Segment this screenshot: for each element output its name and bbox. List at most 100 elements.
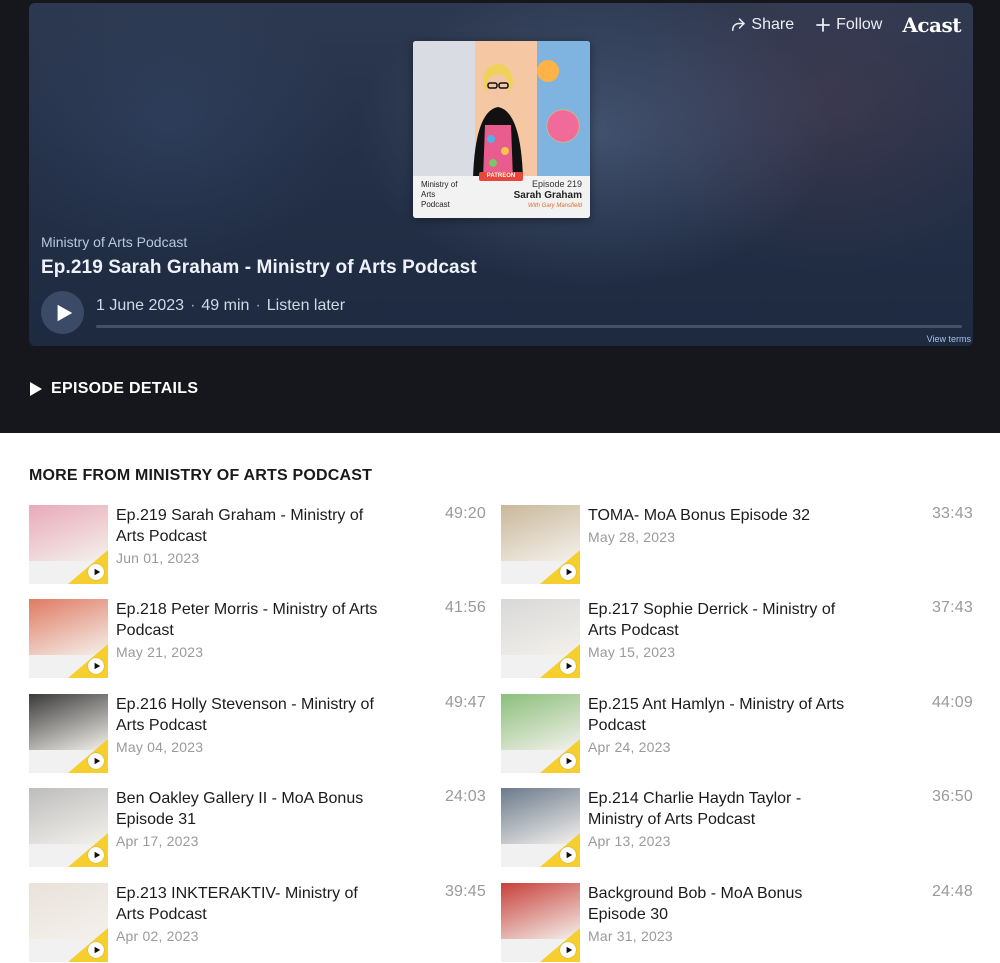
hero-section: Share Follow Acast PATREON Ministry of A… [0,0,1000,433]
episode-list-title[interactable]: Ep.217 Sophie Derrick - Ministry of Arts… [588,599,858,641]
episode-meta: 1 June 2023 · 49 min · Listen later [96,297,345,315]
episode-title: Ep.219 Sarah Graham - Ministry of Arts P… [41,257,477,278]
play-icon [566,946,572,954]
episode-list-title[interactable]: Ep.213 INKTERAKTIV- Ministry of Arts Pod… [116,883,386,925]
episode-list-title[interactable]: Ep.216 Holly Stevenson - Ministry of Art… [116,694,386,736]
play-icon [566,757,572,765]
episode-list-date: Apr 02, 2023 [116,928,199,944]
episode-date: 1 June 2023 [96,297,185,314]
episode-list-title[interactable]: Ep.219 Sarah Graham - Ministry of Arts P… [116,505,386,547]
episode-list-duration: 33:43 [931,505,973,522]
thumbnail-play-button[interactable] [88,564,104,580]
share-icon [732,18,746,31]
episode-thumbnail[interactable] [501,694,580,773]
cover-episode-number: Episode 219 [531,179,582,189]
episode-list-duration: 24:48 [931,883,973,900]
episode-list-date: Apr 17, 2023 [116,833,199,849]
thumbnail-play-button[interactable] [560,658,576,674]
cover-show-name: Ministry of Arts Podcast [421,180,458,209]
show-name[interactable]: Ministry of Arts Podcast [41,234,187,250]
episode-text: Ep.215 Ant Hamlyn - Ministry of Arts Pod… [588,694,858,755]
thumbnail-play-button[interactable] [88,847,104,863]
episode-list-title[interactable]: TOMA- MoA Bonus Episode 32 [588,505,858,526]
episode-list-duration: 49:47 [444,694,486,711]
acast-logo[interactable]: Acast [902,13,961,37]
episode-list-item[interactable]: Background Bob - MoA Bonus Episode 30 Mar… [501,883,973,963]
episode-text: Ep.214 Charlie Haydn Taylor - Ministry o… [588,788,858,849]
episode-thumbnail[interactable] [29,788,108,867]
episode-list-date: May 15, 2023 [588,644,676,660]
episode-list-item[interactable]: Ep.214 Charlie Haydn Taylor - Ministry o… [501,788,973,868]
episode-list-item[interactable]: Ep.219 Sarah Graham - Ministry of Arts P… [29,505,486,585]
play-icon [94,851,100,859]
play-icon [94,662,100,670]
thumbnail-play-button[interactable] [560,564,576,580]
episode-text: Ben Oakley Gallery II - MoA Bonus Episod… [116,788,386,849]
episode-list-duration: 37:43 [931,599,973,616]
episode-thumbnail[interactable] [29,505,108,584]
plus-icon [816,18,831,32]
follow-label: Follow [836,16,883,33]
episode-text: TOMA- MoA Bonus Episode 32 May 28, 2023 [588,505,858,545]
player-actions: Share Follow Acast [729,13,961,37]
episode-list-item[interactable]: Ep.217 Sophie Derrick - Ministry of Arts… [501,599,973,679]
play-button[interactable] [41,291,84,334]
episode-list-date: May 21, 2023 [116,644,204,660]
episode-thumbnail[interactable] [501,788,580,867]
thumbnail-play-button[interactable] [560,942,576,958]
episode-duration: 49 min [201,297,250,314]
episode-list-item[interactable]: Ep.213 INKTERAKTIV- Ministry of Arts Pod… [29,883,486,963]
episode-text: Ep.217 Sophie Derrick - Ministry of Arts… [588,599,858,660]
listen-later-button[interactable]: Listen later [267,297,345,315]
episode-list-item[interactable]: TOMA- MoA Bonus Episode 32 May 28, 2023 33… [501,505,973,585]
episode-list-date: May 04, 2023 [116,739,204,755]
episode-text: Ep.218 Peter Morris - Ministry of Arts P… [116,599,386,660]
progress-bar[interactable] [96,325,962,328]
episode-list-title[interactable]: Ep.218 Peter Morris - Ministry of Arts P… [116,599,386,641]
share-button[interactable]: Share [729,16,794,34]
thumbnail-play-button[interactable] [560,847,576,863]
episode-details-toggle[interactable]: EPISODE DETAILS [29,380,198,398]
play-icon [94,757,100,765]
episode-list-duration: 36:50 [931,788,973,805]
episode-list-item[interactable]: Ben Oakley Gallery II - MoA Bonus Episod… [29,788,486,868]
episode-list-date: Apr 24, 2023 [588,739,671,755]
follow-button[interactable]: Follow [814,16,882,34]
thumbnail-play-button[interactable] [88,942,104,958]
episode-text: Background Bob - MoA Bonus Episode 30 Mar… [588,883,858,944]
episode-list-title[interactable]: Background Bob - MoA Bonus Episode 30 [588,883,858,925]
more-episodes-heading: MORE FROM MINISTRY OF ARTS PODCAST [29,467,373,484]
thumbnail-play-button[interactable] [88,753,104,769]
thumbnail-play-button[interactable] [560,753,576,769]
episode-cover-art: PATREON Ministry of Arts Podcast Episode… [413,41,590,218]
meta-separator: · [255,297,261,314]
play-icon [566,662,572,670]
episode-thumbnail[interactable] [501,599,580,678]
meta-separator: · [190,297,196,314]
episode-list-duration: 44:09 [931,694,973,711]
caret-right-icon [30,382,42,396]
episode-list-item[interactable]: Ep.216 Holly Stevenson - Ministry of Art… [29,694,486,774]
play-icon [566,851,572,859]
episode-thumbnail[interactable] [501,505,580,584]
episode-list-duration: 49:20 [444,505,486,522]
episode-list-duration: 24:03 [444,788,486,805]
play-icon [57,304,73,321]
episode-list-item[interactable]: Ep.218 Peter Morris - Ministry of Arts P… [29,599,486,679]
episode-player: Share Follow Acast PATREON Ministry of A… [29,3,973,346]
episode-list-title[interactable]: Ep.215 Ant Hamlyn - Ministry of Arts Pod… [588,694,858,736]
episode-thumbnail[interactable] [29,694,108,773]
episode-list-item[interactable]: Ep.215 Ant Hamlyn - Ministry of Arts Pod… [501,694,973,774]
episode-list-date: Apr 13, 2023 [588,833,671,849]
episode-list-title[interactable]: Ben Oakley Gallery II - MoA Bonus Episod… [116,788,386,830]
cover-person-image [473,64,523,179]
episode-list-duration: 39:45 [444,883,486,900]
episode-thumbnail[interactable] [29,599,108,678]
episode-thumbnail[interactable] [29,883,108,962]
share-label: Share [751,16,795,33]
episode-text: Ep.219 Sarah Graham - Ministry of Arts P… [116,505,386,566]
episode-thumbnail[interactable] [501,883,580,962]
episode-list-title[interactable]: Ep.214 Charlie Haydn Taylor - Ministry o… [588,788,858,830]
view-terms-link[interactable]: View terms [927,334,971,344]
thumbnail-play-button[interactable] [88,658,104,674]
